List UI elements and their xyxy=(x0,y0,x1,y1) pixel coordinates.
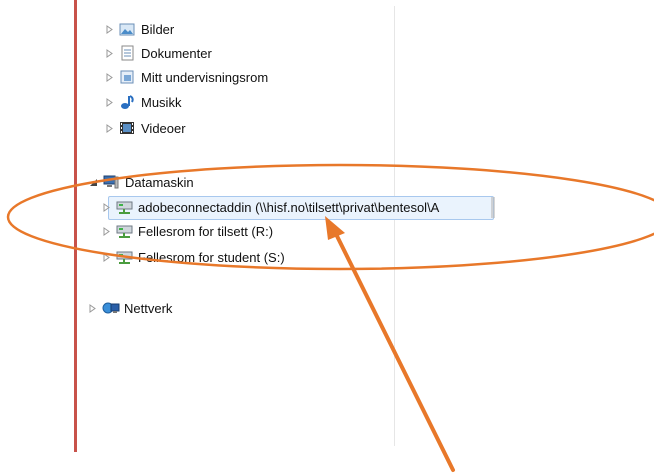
pointer-arrow-head xyxy=(325,216,345,240)
highlight-ellipse xyxy=(6,163,654,271)
annotation-overlay xyxy=(6,163,654,472)
